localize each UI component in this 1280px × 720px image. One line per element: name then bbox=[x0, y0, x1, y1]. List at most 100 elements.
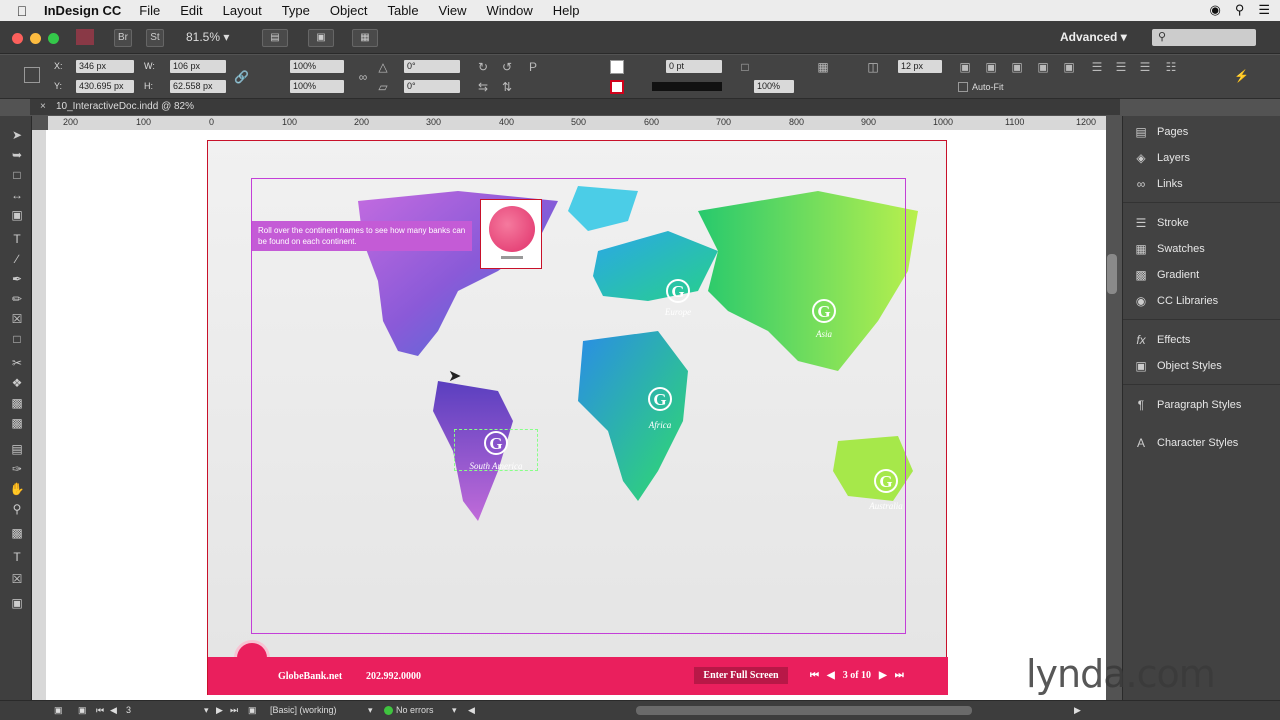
quick-apply-icon[interactable]: ⚡ bbox=[1234, 69, 1249, 83]
minimize-window-button[interactable] bbox=[30, 33, 41, 44]
hand-tool-icon[interactable]: ✋ bbox=[9, 482, 25, 496]
pencil-tool-icon[interactable]: ✏ bbox=[9, 292, 25, 306]
close-tab-icon[interactable]: × bbox=[40, 101, 46, 112]
globe-icon[interactable] bbox=[480, 199, 542, 269]
apple-icon[interactable]:  bbox=[0, 3, 44, 19]
horizontal-scrollbar[interactable] bbox=[636, 706, 972, 715]
preflight-profile-label[interactable]: [Basic] (working) bbox=[270, 705, 337, 715]
next-spread-icon[interactable]: ▶ bbox=[216, 705, 223, 716]
menu-file[interactable]: File bbox=[139, 3, 160, 18]
auto-fit-checkbox[interactable] bbox=[958, 82, 968, 92]
continent-label-australia[interactable]: Australia bbox=[846, 501, 926, 511]
stroke-panel-button[interactable]: ☰ Stroke bbox=[1133, 214, 1189, 232]
content-collector-icon[interactable]: ▣ bbox=[9, 208, 25, 222]
fill-swatch[interactable] bbox=[610, 60, 624, 74]
flip-horizontal-icon[interactable]: ⇆ bbox=[476, 80, 490, 94]
first-spread-icon[interactable]: ⏮ bbox=[96, 705, 104, 716]
pasteboard[interactable]: Roll over the continent names to see how… bbox=[46, 130, 1106, 700]
continent-label-asia[interactable]: Asia bbox=[784, 329, 864, 339]
scissors-tool-icon[interactable]: ✂ bbox=[9, 356, 25, 370]
pen-tool-icon[interactable]: ✒ bbox=[9, 272, 25, 286]
africa-bank-icon[interactable]: G bbox=[648, 387, 672, 411]
height-field[interactable]: 62.558 px bbox=[170, 80, 226, 93]
stock-button[interactable]: St bbox=[146, 29, 164, 47]
text-wrap-icon[interactable]: ▦ bbox=[816, 60, 830, 74]
bridge-button[interactable]: Br bbox=[114, 29, 132, 47]
open-page-icon[interactable]: ▣ bbox=[248, 705, 257, 716]
rectangle-frame-tool-icon[interactable]: ☒ bbox=[9, 312, 25, 326]
gutter-field[interactable]: 12 px bbox=[898, 60, 942, 73]
shear-angle-field[interactable]: 0° bbox=[404, 80, 460, 93]
zoom-tool-icon[interactable]: ⚲ bbox=[9, 502, 25, 516]
continent-label-south-america[interactable]: South America bbox=[456, 461, 536, 471]
fit-proportionally-icon[interactable]: ▣ bbox=[1062, 60, 1076, 74]
object-styles-panel-button[interactable]: ▣ Object Styles bbox=[1133, 357, 1221, 375]
menu-type[interactable]: Type bbox=[282, 3, 310, 18]
screen-mode-icon[interactable]: ▣ bbox=[308, 29, 334, 47]
effects-icon[interactable]: □ bbox=[738, 60, 752, 74]
align-center-icon[interactable]: ☰ bbox=[1114, 60, 1128, 74]
reference-point-icon[interactable] bbox=[24, 67, 40, 83]
profile-dropdown-icon[interactable]: ▾ bbox=[368, 705, 373, 716]
app-menu[interactable]: InDesign CC bbox=[44, 3, 121, 18]
help-search-input[interactable]: ⚲ bbox=[1152, 29, 1256, 46]
arrange-documents-icon[interactable]: ▦ bbox=[352, 29, 378, 47]
scroll-right-icon[interactable]: ▶ bbox=[1074, 705, 1081, 716]
last-page-icon[interactable]: ⏭ bbox=[895, 670, 904, 681]
stroke-type-selector[interactable] bbox=[652, 82, 722, 91]
gradient-feather-tool-icon[interactable]: ▩ bbox=[9, 416, 25, 430]
rotate-counterclockwise-icon[interactable]: ↺ bbox=[500, 60, 514, 74]
stroke-swatch[interactable] bbox=[610, 80, 624, 94]
x-position-field[interactable]: 346 px bbox=[76, 60, 134, 73]
paragraph-styles-panel-button[interactable]: ¶ Paragraph Styles bbox=[1133, 396, 1242, 414]
fit-frame-icon[interactable]: ▣ bbox=[984, 60, 998, 74]
continent-label-europe[interactable]: Europe bbox=[638, 307, 718, 317]
pages-panel-button[interactable]: ▤ Pages bbox=[1133, 123, 1188, 141]
character-styles-panel-button[interactable]: A Character Styles bbox=[1133, 434, 1238, 452]
apply-none-icon[interactable]: ☒ bbox=[9, 572, 25, 586]
menu-view[interactable]: View bbox=[439, 3, 467, 18]
rotation-angle-field[interactable]: 0° bbox=[404, 60, 460, 73]
asia-bank-icon[interactable]: G bbox=[812, 299, 836, 323]
next-page-icon[interactable]: ▶ bbox=[879, 670, 887, 681]
gap-tool-icon[interactable]: ↔ bbox=[9, 188, 25, 202]
gradient-panel-button[interactable]: ▩ Gradient bbox=[1133, 266, 1199, 284]
select-content-icon[interactable]: P bbox=[526, 60, 540, 74]
align-left-icon[interactable]: ☰ bbox=[1090, 60, 1104, 74]
fit-content-icon[interactable]: ▣ bbox=[958, 60, 972, 74]
last-spread-icon[interactable]: ⏭ bbox=[230, 705, 238, 716]
zoom-level-dropdown[interactable]: 81.5% ▾ bbox=[186, 30, 229, 44]
formatting-affects-icon[interactable]: T bbox=[9, 550, 25, 564]
page-tool-icon[interactable]: □ bbox=[9, 168, 25, 182]
continent-label-africa[interactable]: Africa bbox=[620, 420, 700, 430]
direct-selection-tool-icon[interactable]: ➥ bbox=[9, 148, 25, 162]
opacity-field[interactable]: 100% bbox=[754, 80, 794, 93]
fill-stroke-icon[interactable]: ▩ bbox=[9, 526, 25, 540]
website-link[interactable]: GlobeBank.net bbox=[278, 671, 342, 682]
scale-x-field[interactable]: 100% bbox=[290, 60, 344, 73]
view-options-icon[interactable]: ▤ bbox=[262, 29, 288, 47]
scale-y-field[interactable]: 100% bbox=[290, 80, 344, 93]
instruction-callout[interactable]: Roll over the continent names to see how… bbox=[252, 221, 472, 251]
flip-vertical-icon[interactable]: ⇅ bbox=[500, 80, 514, 94]
page-dropdown-icon[interactable]: ▾ bbox=[204, 705, 209, 716]
menu-help[interactable]: Help bbox=[553, 3, 580, 18]
center-content-icon[interactable]: ▣ bbox=[1010, 60, 1024, 74]
first-page-icon[interactable]: ⏮ bbox=[810, 670, 819, 681]
free-transform-tool-icon[interactable]: ❖ bbox=[9, 376, 25, 390]
menu-edit[interactable]: Edit bbox=[180, 3, 202, 18]
y-position-field[interactable]: 430.695 px bbox=[76, 80, 134, 93]
menu-layout[interactable]: Layout bbox=[223, 3, 262, 18]
zoom-window-button[interactable] bbox=[48, 33, 59, 44]
europe-bank-icon[interactable]: G bbox=[666, 279, 690, 303]
rectangle-tool-icon[interactable]: □ bbox=[9, 332, 25, 346]
selection-tool-icon[interactable]: ➤ bbox=[9, 128, 25, 142]
previous-page-icon[interactable]: ◀ bbox=[827, 670, 835, 681]
rotate-clockwise-icon[interactable]: ↻ bbox=[476, 60, 490, 74]
layers-panel-button[interactable]: ◈ Layers bbox=[1133, 149, 1190, 167]
distribute-icon[interactable]: ☷ bbox=[1164, 60, 1178, 74]
cc-libraries-panel-button[interactable]: ◉ CC Libraries bbox=[1133, 292, 1218, 310]
notifications-icon[interactable]: ☰ bbox=[1258, 2, 1270, 18]
australia-bank-icon[interactable]: G bbox=[874, 469, 898, 493]
creative-cloud-icon[interactable]: ◉ bbox=[1209, 2, 1220, 18]
